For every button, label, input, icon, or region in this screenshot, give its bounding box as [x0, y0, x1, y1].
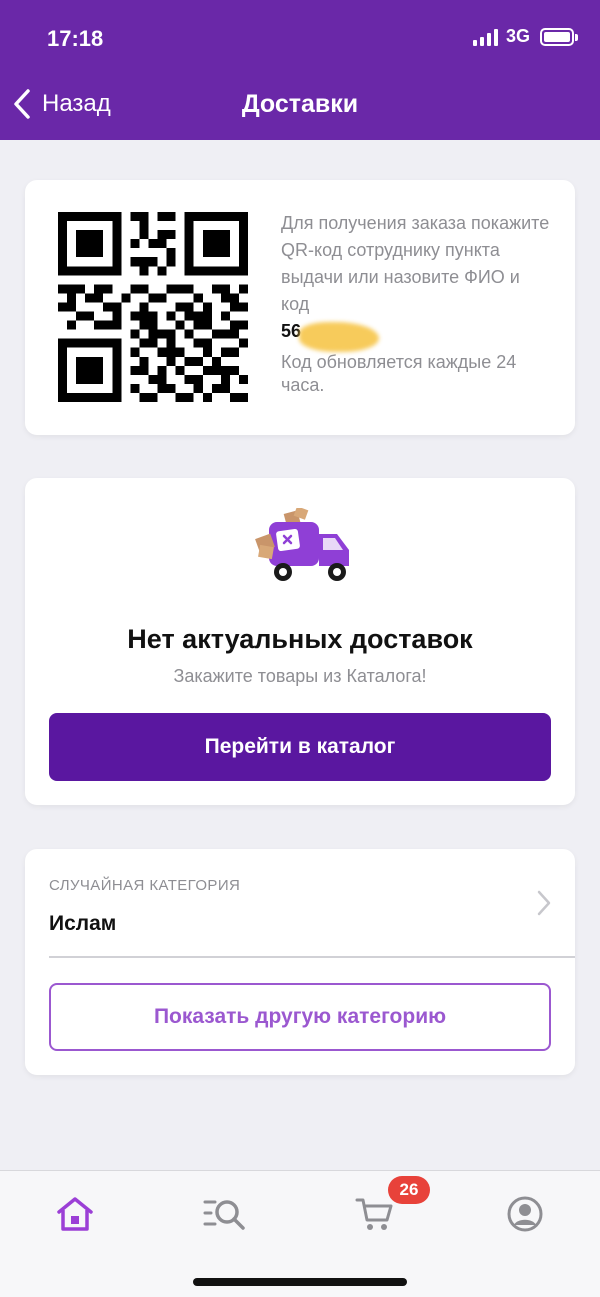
qr-code: [58, 212, 248, 402]
home-indicator: [193, 1278, 407, 1286]
go-to-catalog-button[interactable]: Перейти в каталог: [49, 713, 551, 781]
empty-deliveries-card: Нет актуальных доставок Закажите товары …: [25, 478, 575, 805]
home-icon: [57, 1197, 93, 1231]
top-bar: 17:18 3G Назад Доставки: [0, 0, 600, 140]
chevron-left-icon: [14, 89, 30, 119]
delivery-truck-icon: [255, 508, 349, 581]
random-category-value[interactable]: Ислам: [49, 912, 116, 936]
network-type: 3G: [505, 26, 530, 46]
qr-instructions: Для получения заказа покажите QR-код сот…: [281, 210, 551, 397]
back-button[interactable]: Назад: [12, 88, 111, 120]
divider: [49, 956, 575, 958]
status-icons: 3G: [472, 26, 578, 47]
tab-bar: 26: [0, 1170, 600, 1297]
redaction-smudge: [299, 322, 379, 352]
show-another-category-button[interactable]: Показать другую категорию: [49, 983, 551, 1051]
cart-icon: [355, 1198, 393, 1230]
battery-icon: [540, 27, 578, 46]
empty-subtitle: Закажите товары из Каталога!: [173, 666, 427, 686]
back-label: Назад: [42, 90, 111, 117]
qr-instructions-text: Для получения заказа покажите QR-код сот…: [281, 213, 550, 314]
qr-refresh-note: Код обновляется каждые 24 часа.: [281, 352, 517, 395]
empty-title: Нет актуальных доставок: [127, 624, 473, 654]
chevron-right-icon[interactable]: [537, 890, 551, 916]
random-category-card: СЛУЧАЙНАЯ КАТЕГОРИЯ Ислам Показать другу…: [25, 849, 575, 1075]
qr-card: Для получения заказа покажите QR-код сот…: [25, 180, 575, 435]
tab-profile[interactable]: [500, 1189, 550, 1239]
catalog-search-icon: [203, 1200, 245, 1230]
profile-icon: [507, 1196, 543, 1232]
status-time: 17:18: [47, 26, 104, 51]
tab-catalog-search[interactable]: [200, 1189, 250, 1239]
tab-home[interactable]: [50, 1189, 100, 1239]
cart-badge: 26: [388, 1176, 430, 1204]
random-category-label: СЛУЧАЙНАЯ КАТЕГОРИЯ: [49, 877, 241, 894]
pickup-code: 56: [281, 318, 551, 352]
signal-icon: [472, 28, 498, 46]
